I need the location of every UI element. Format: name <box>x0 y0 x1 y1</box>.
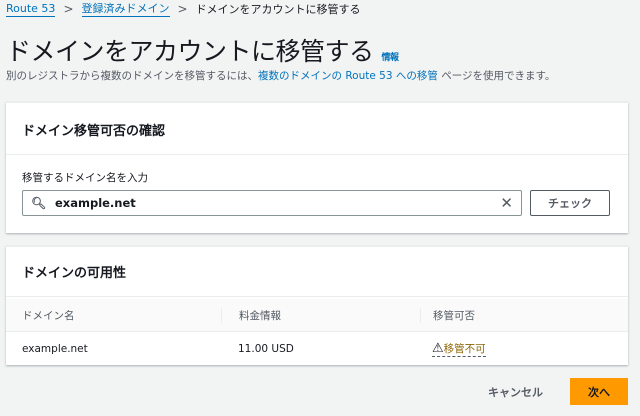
desc-text: 別のレジストラから複数のドメインを移管するには、 <box>6 70 258 82</box>
breadcrumb-route53[interactable]: Route 53 <box>6 1 56 17</box>
warning-icon: ⚠ <box>432 341 444 356</box>
column-transferability: 移管可否 <box>420 307 475 323</box>
bulk-transfer-link[interactable]: 複数のドメインの Route 53 への移管 <box>258 70 438 82</box>
page-title-text: ドメインをアカウントに移管する <box>6 37 374 66</box>
panel-header: ドメイン移管可否の確認 <box>6 103 628 155</box>
domain-cell: example.net <box>22 342 88 355</box>
panel-header: ドメインの可用性 <box>6 247 628 297</box>
next-button[interactable]: 次へ <box>570 378 628 405</box>
clear-icon[interactable]: ✕ <box>500 194 513 212</box>
column-domain: ドメイン名 <box>22 309 75 322</box>
status-badge[interactable]: ⚠移管不可 <box>432 341 486 357</box>
cancel-button[interactable]: キャンセル <box>488 384 543 400</box>
page-description: 別のレジストラから複数のドメインを移管するには、複数のドメインの Route 5… <box>6 68 555 83</box>
status-text: 移管不可 <box>443 343 486 355</box>
chevron-right-icon: > <box>63 2 74 16</box>
desc-text-end: ページを使用できます。 <box>437 70 556 82</box>
breadcrumb-current: ドメインをアカウントに移管する <box>195 3 361 16</box>
price-cell: 11.00 USD <box>238 342 294 355</box>
info-link[interactable]: 情報 <box>382 50 400 63</box>
domain-input-value: example.net <box>55 196 136 210</box>
page-title: ドメインをアカウントに移管する 情報 <box>6 32 399 68</box>
chevron-right-icon: > <box>177 2 188 16</box>
breadcrumb: Route 53 > 登録済みドメイン > ドメインをアカウントに移管する <box>6 1 361 17</box>
transfer-check-panel: ドメイン移管可否の確認 移管するドメイン名を入力 🔍︎ example.net … <box>6 102 628 233</box>
availability-panel: ドメインの可用性 ドメイン名 料金情報 移管可否 example.net 11.… <box>6 246 628 365</box>
search-icon: 🔍︎ <box>31 196 47 210</box>
domain-search-input[interactable]: 🔍︎ example.net ✕ <box>22 190 522 216</box>
domain-input-label: 移管するドメイン名を入力 <box>22 172 148 184</box>
check-button[interactable]: チェック <box>530 190 610 216</box>
column-price: 料金情報 <box>221 307 420 323</box>
table-row: example.net 11.00 USD ⚠移管不可 <box>6 331 628 365</box>
breadcrumb-registered-domains[interactable]: 登録済みドメイン <box>81 1 170 17</box>
table-header: ドメイン名 料金情報 移管可否 <box>6 299 628 331</box>
